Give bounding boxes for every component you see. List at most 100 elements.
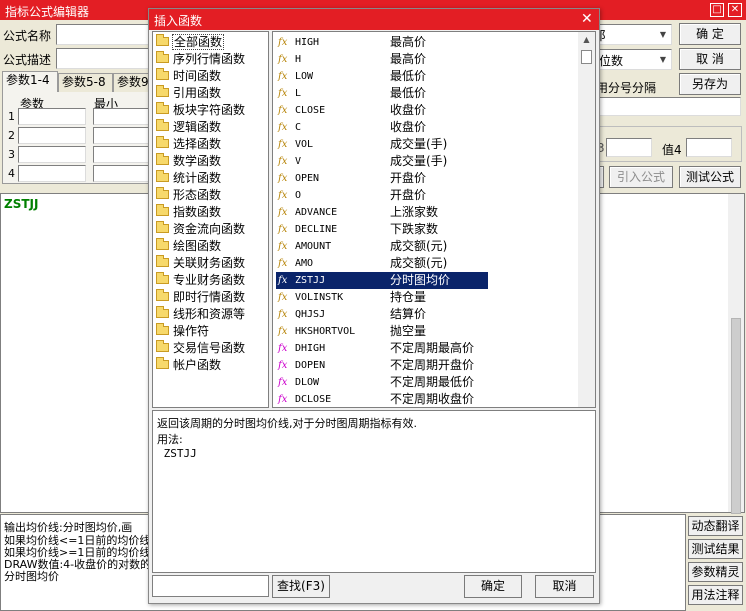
- close-icon[interactable]: ✕: [728, 3, 742, 17]
- category-item[interactable]: 线形和资源等: [156, 306, 246, 323]
- function-item[interactable]: fx L 最低价: [276, 85, 488, 102]
- maximize-icon[interactable]: □: [710, 3, 724, 17]
- function-item[interactable]: fx ADVANCE 上涨家数: [276, 204, 488, 221]
- function-description: 成交量(手): [390, 137, 448, 151]
- function-item[interactable]: fx CLOSE 收盘价: [276, 102, 488, 119]
- param-name-input-2[interactable]: [18, 127, 86, 144]
- import-formula-button[interactable]: 引入公式: [609, 166, 673, 188]
- function-description: 开盘价: [390, 171, 427, 185]
- function-name: VOLINSTK: [295, 292, 344, 303]
- param-wizard-button[interactable]: 参数精灵: [688, 562, 743, 582]
- value4-label: 值4: [662, 143, 682, 157]
- function-item[interactable]: fx ZSTJJ 分时图均价: [276, 272, 488, 289]
- param-name-input-4[interactable]: [18, 165, 86, 182]
- chevron-down-icon[interactable]: ▼: [655, 50, 671, 69]
- tab-params-9[interactable]: 参数9: [113, 73, 149, 92]
- dynamic-translate-button[interactable]: 动态翻译: [688, 516, 743, 536]
- function-icon: fx: [278, 326, 288, 337]
- function-item[interactable]: fx VOL 成交量(手): [276, 136, 488, 153]
- category-item[interactable]: 关联财务函数: [156, 255, 246, 272]
- category-item[interactable]: 即时行情函数: [156, 289, 246, 306]
- category-label: 时间函数: [173, 69, 222, 83]
- category-item[interactable]: 操作符: [156, 323, 210, 340]
- function-icon: fx: [278, 292, 288, 303]
- category-item[interactable]: 引用函数: [156, 85, 222, 102]
- usage-notes-button[interactable]: 用法注释: [688, 585, 743, 605]
- test-formula-button[interactable]: 测试公式: [679, 166, 741, 188]
- cancel-button[interactable]: 取消: [535, 575, 594, 598]
- function-name: HIGH: [295, 37, 320, 48]
- function-search-input[interactable]: [152, 575, 269, 597]
- function-item[interactable]: fx H 最高价: [276, 51, 488, 68]
- function-item[interactable]: fx DECLINE 下跌家数: [276, 221, 488, 238]
- category-item[interactable]: 交易信号函数: [156, 340, 246, 357]
- param-min-input-3[interactable]: [93, 146, 149, 163]
- function-item[interactable]: fx AMO 成交额(元): [276, 255, 488, 272]
- param-name-input-1[interactable]: [18, 108, 86, 125]
- separator-input[interactable]: [596, 97, 741, 116]
- function-item[interactable]: fx C 收盘价: [276, 119, 488, 136]
- category-item[interactable]: 帐户函数: [156, 357, 222, 374]
- category-item[interactable]: 板块字符函数: [156, 102, 246, 119]
- editor-scrollbar-thumb[interactable]: [731, 318, 741, 514]
- function-item[interactable]: fx HKSHORTVOL 抛空量: [276, 323, 488, 340]
- function-item[interactable]: fx QHJSJ 结算价: [276, 306, 488, 323]
- function-item[interactable]: fx HIGH 最高价: [276, 34, 488, 51]
- function-item[interactable]: fx AMOUNT 成交额(元): [276, 238, 488, 255]
- value4-input[interactable]: [686, 138, 732, 157]
- category-item[interactable]: 绘图函数: [156, 238, 222, 255]
- function-icon: fx: [278, 190, 288, 201]
- type-combo[interactable]: 阝 ▼: [596, 24, 672, 45]
- function-icon: fx: [278, 156, 288, 167]
- cancel-button[interactable]: 取 消: [679, 48, 741, 70]
- function-item[interactable]: fx LOW 最低价: [276, 68, 488, 85]
- tab-params-5-8[interactable]: 参数5-8: [58, 73, 113, 92]
- function-description: 分时图均价: [390, 273, 451, 287]
- function-item[interactable]: fx VOLINSTK 持仓量: [276, 289, 488, 306]
- category-item[interactable]: 指数函数: [156, 204, 222, 221]
- close-icon[interactable]: ✕: [581, 11, 593, 27]
- function-list-scrollbar-thumb[interactable]: [581, 50, 592, 64]
- category-item[interactable]: 数学函数: [156, 153, 222, 170]
- category-item[interactable]: 形态函数: [156, 187, 222, 204]
- function-item[interactable]: fx V 成交量(手): [276, 153, 488, 170]
- category-item[interactable]: 统计函数: [156, 170, 222, 187]
- category-item[interactable]: 全部函数: [156, 34, 225, 51]
- confirm-button[interactable]: 确 定: [679, 23, 741, 45]
- param-name-input-3[interactable]: [18, 146, 86, 163]
- output-line: 分时图均价: [4, 570, 59, 583]
- save-as-button[interactable]: 另存为: [679, 73, 741, 95]
- param-min-input-1[interactable]: [93, 108, 149, 125]
- function-description: 最高价: [390, 35, 427, 49]
- category-item[interactable]: 专业财务函数: [156, 272, 246, 289]
- param-min-input-2[interactable]: [93, 127, 149, 144]
- function-list-scrollbar[interactable]: ▲: [578, 32, 595, 407]
- ok-button[interactable]: 确定: [464, 575, 522, 598]
- function-item[interactable]: fx DCLOSE 不定周期收盘价: [276, 391, 488, 407]
- function-item[interactable]: fx DOPEN 不定周期开盘价: [276, 357, 488, 374]
- category-label: 绘图函数: [173, 239, 222, 253]
- function-item[interactable]: fx O 开盘价: [276, 187, 488, 204]
- category-item[interactable]: 选择函数: [156, 136, 222, 153]
- function-item[interactable]: fx DHIGH 不定周期最高价: [276, 340, 488, 357]
- param-min-input-4[interactable]: [93, 165, 149, 182]
- function-item[interactable]: fx OPEN 开盘价: [276, 170, 488, 187]
- formula-desc-input[interactable]: [56, 48, 149, 69]
- find-button[interactable]: 查找(F3): [272, 575, 330, 598]
- test-result-button[interactable]: 测试结果: [688, 539, 743, 559]
- category-item[interactable]: 时间函数: [156, 68, 222, 85]
- digits-combo[interactable]: 位数 ▼: [596, 49, 672, 70]
- editor-scrollbar[interactable]: [728, 194, 744, 514]
- function-icon: fx: [278, 360, 288, 371]
- chevron-down-icon[interactable]: ▼: [655, 25, 671, 44]
- category-item[interactable]: 逻辑函数: [156, 119, 222, 136]
- category-item[interactable]: 序列行情函数: [156, 51, 246, 68]
- category-item[interactable]: 资金流向函数: [156, 221, 246, 238]
- folder-icon: [156, 119, 169, 131]
- function-icon: fx: [278, 173, 288, 184]
- function-item[interactable]: fx DLOW 不定周期最低价: [276, 374, 488, 391]
- tab-params-1-4[interactable]: 参数1-4: [2, 71, 58, 93]
- chevron-up-icon[interactable]: ▲: [578, 32, 595, 48]
- formula-name-input[interactable]: [56, 24, 149, 45]
- value3-input[interactable]: [606, 138, 652, 157]
